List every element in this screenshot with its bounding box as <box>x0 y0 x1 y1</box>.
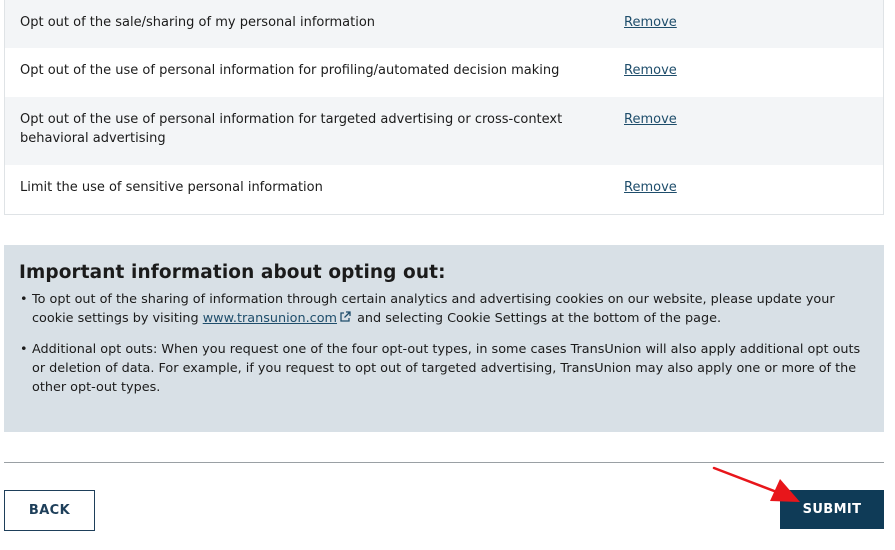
opt-out-row-targeted-advertising: Opt out of the use of personal informati… <box>5 97 883 165</box>
transunion-link[interactable]: www.transunion.com <box>203 311 337 326</box>
bullet-marker: • <box>20 292 28 307</box>
opt-out-list: Opt out of the sale/sharing of my person… <box>4 0 884 215</box>
bullet-text-cont: and selecting Cookie Settings at the bot… <box>353 311 722 326</box>
info-title: Important information about opting out: <box>19 262 446 283</box>
opt-out-label: Opt out of the use of personal informati… <box>20 112 563 146</box>
opt-out-label: Opt out of the use of personal informati… <box>20 63 560 78</box>
remove-link[interactable]: Remove <box>624 178 677 197</box>
red-arrow-icon <box>712 466 800 502</box>
opt-out-label: Limit the use of sensitive personal info… <box>20 180 323 195</box>
opt-out-row-sensitive-info: Limit the use of sensitive personal info… <box>5 165 883 214</box>
remove-link[interactable]: Remove <box>624 61 677 80</box>
opt-out-row-sale-sharing: Opt out of the sale/sharing of my person… <box>5 0 883 48</box>
bullet-marker: • <box>20 342 28 357</box>
opt-out-row-profiling: Opt out of the use of personal informati… <box>5 48 883 97</box>
back-button[interactable]: BACK <box>4 490 95 531</box>
external-link-icon[interactable] <box>339 311 351 323</box>
info-list: • To opt out of the sharing of informati… <box>19 290 869 397</box>
info-bullet-additional: • Additional opt outs: When you request … <box>19 340 869 397</box>
info-bullet-cookies: • To opt out of the sharing of informati… <box>19 290 869 328</box>
remove-link[interactable]: Remove <box>624 110 677 129</box>
remove-link[interactable]: Remove <box>624 13 677 32</box>
divider <box>4 462 884 463</box>
opt-out-label: Opt out of the sale/sharing of my person… <box>20 15 376 30</box>
important-info-panel: Important information about opting out: … <box>4 245 884 432</box>
bullet-text: Additional opt outs: When you request on… <box>32 342 861 395</box>
